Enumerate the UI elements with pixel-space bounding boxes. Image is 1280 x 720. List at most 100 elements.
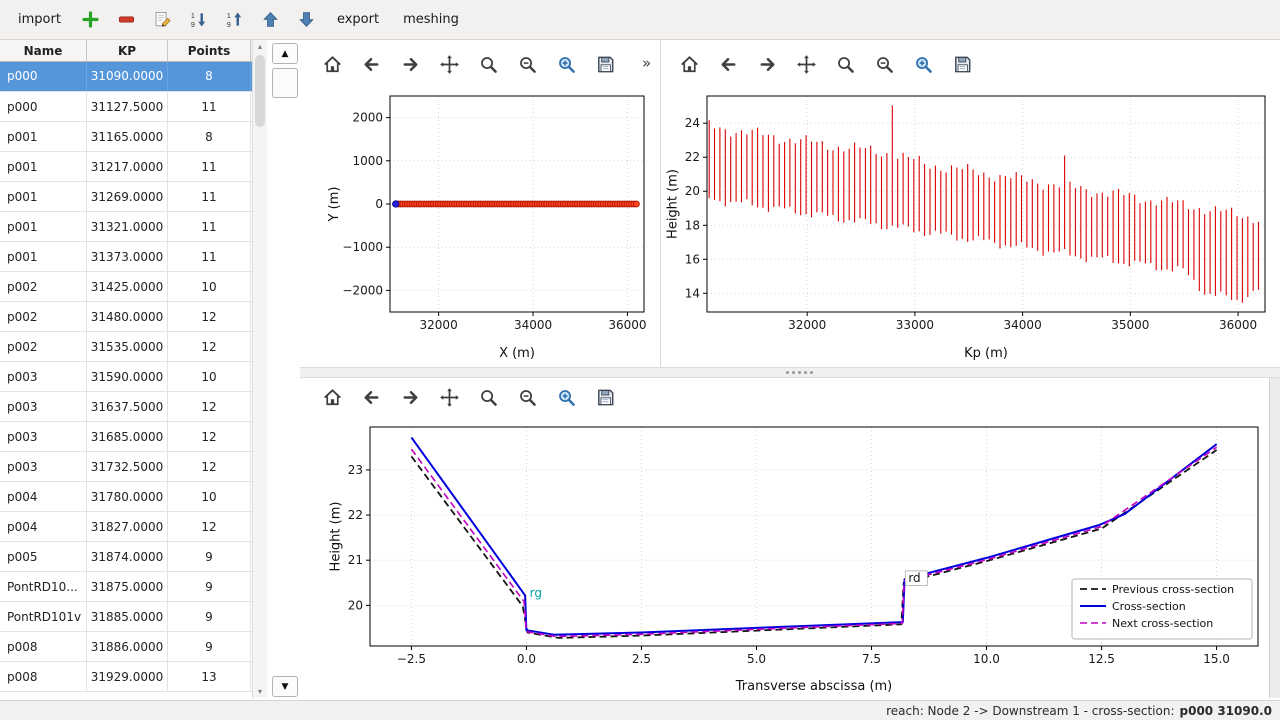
export-button[interactable]: export xyxy=(327,6,389,33)
zoom-button[interactable] xyxy=(830,50,860,78)
zoom-in-button[interactable] xyxy=(908,50,938,78)
table-row[interactable]: p00331685.000012 xyxy=(0,422,252,452)
name-cell: p002 xyxy=(0,332,87,361)
zoom-out-button[interactable] xyxy=(512,50,542,78)
forward-button[interactable] xyxy=(395,50,425,78)
remove-cross-section-button[interactable] xyxy=(111,5,143,35)
table-row[interactable]: p00831886.00009 xyxy=(0,632,252,662)
longitudinal-profile-plot[interactable]: 3200033000340003500036000141618202224Kp … xyxy=(662,82,1280,369)
svg-text:33000: 33000 xyxy=(896,318,934,332)
add-cross-section-button[interactable] xyxy=(75,5,107,35)
table-row[interactable]: p00331732.500012 xyxy=(0,452,252,482)
table-row[interactable]: p00131165.00008 xyxy=(0,122,252,152)
name-cell: p003 xyxy=(0,362,87,391)
back-button[interactable] xyxy=(356,383,386,411)
table-row[interactable]: p00031127.500011 xyxy=(0,92,252,122)
table-scrollbar[interactable]: ▴ ▾ xyxy=(252,40,267,698)
home-button[interactable] xyxy=(674,50,704,78)
name-cell: p001 xyxy=(0,212,87,241)
table-row[interactable]: PontRD101v31885.00009 xyxy=(0,602,252,632)
trace-plot[interactable]: 320003400036000−2000−1000010002000X (m)Y… xyxy=(305,82,659,369)
scroll-down-button[interactable]: ▼ xyxy=(272,676,298,697)
name-cell: p001 xyxy=(0,182,87,211)
sort-ascending-button[interactable]: 1 9 xyxy=(219,5,251,35)
panel-scrollbar[interactable]: ▲ ▼ xyxy=(272,43,298,697)
back-button[interactable] xyxy=(713,50,743,78)
name-cell: p000 xyxy=(0,92,87,121)
column-header-kp[interactable]: KP xyxy=(87,40,168,61)
zoom-in-button[interactable] xyxy=(551,50,581,78)
table-row[interactable]: p00131321.000011 xyxy=(0,212,252,242)
zoom-button[interactable] xyxy=(473,383,503,411)
table-row[interactable]: p00431827.000012 xyxy=(0,512,252,542)
home-button[interactable] xyxy=(317,383,347,411)
table-row[interactable]: p00031090.00008 xyxy=(0,62,252,92)
zoom-out-button[interactable] xyxy=(869,50,899,78)
home-icon xyxy=(321,53,344,76)
import-button[interactable]: import xyxy=(8,6,71,33)
kp-cell: 31874.0000 xyxy=(87,542,168,571)
kp-cell: 31480.0000 xyxy=(87,302,168,331)
cross-section-plot[interactable]: rgrd−2.50.02.55.07.510.012.515.020212223… xyxy=(305,415,1268,702)
table-row[interactable]: p00331590.000010 xyxy=(0,362,252,392)
back-button[interactable] xyxy=(356,50,386,78)
zoom-in-button[interactable] xyxy=(551,383,581,411)
zoom-icon xyxy=(477,386,500,409)
pan-button[interactable] xyxy=(434,383,464,411)
scroll-up-button[interactable]: ▲ xyxy=(272,43,298,64)
zoom-button[interactable] xyxy=(473,50,503,78)
table-row[interactable]: p00231425.000010 xyxy=(0,272,252,302)
column-header-name[interactable]: Name xyxy=(0,40,87,61)
move-down-button[interactable] xyxy=(291,5,323,35)
pan-icon xyxy=(438,53,461,76)
pan-button[interactable] xyxy=(434,50,464,78)
table-row[interactable]: p00131373.000011 xyxy=(0,242,252,272)
legend: Previous cross-sectionCross-sectionNext … xyxy=(1072,579,1252,639)
scroll-up-icon[interactable]: ▴ xyxy=(253,40,267,53)
toolbar-overflow-chevron[interactable]: » xyxy=(642,54,651,72)
panel-scrollbar-thumb[interactable] xyxy=(272,68,298,98)
splitter-handle[interactable] xyxy=(786,371,813,374)
column-header-points[interactable]: Points xyxy=(168,40,251,61)
pan-icon xyxy=(795,53,818,76)
move-up-button[interactable] xyxy=(255,5,287,35)
forward-button[interactable] xyxy=(752,50,782,78)
home-icon xyxy=(678,53,701,76)
sort-descending-button[interactable]: 1 9 xyxy=(183,5,215,35)
table-body: p00031090.00008p00031127.500011p00131165… xyxy=(0,62,252,692)
table-row[interactable]: p00531874.00009 xyxy=(0,542,252,572)
zoom-in-icon xyxy=(555,53,578,76)
save-button[interactable] xyxy=(590,383,620,411)
forward-button[interactable] xyxy=(395,383,425,411)
table-row[interactable]: p00231535.000012 xyxy=(0,332,252,362)
table-scrollbar-thumb[interactable] xyxy=(255,55,265,127)
zoom-out-button[interactable] xyxy=(512,383,542,411)
svg-text:9: 9 xyxy=(191,21,195,29)
points-cell: 12 xyxy=(168,422,251,451)
scroll-down-icon[interactable]: ▾ xyxy=(253,685,267,698)
profile-plot-toolbar xyxy=(662,49,1280,79)
svg-text:X (m): X (m) xyxy=(499,346,535,361)
pan-button[interactable] xyxy=(791,50,821,78)
table-row[interactable]: PontRD10...31875.00009 xyxy=(0,572,252,602)
home-button[interactable] xyxy=(317,50,347,78)
save-button[interactable] xyxy=(590,50,620,78)
table-row[interactable]: p00831929.000013 xyxy=(0,662,252,692)
horizontal-splitter[interactable] xyxy=(300,367,1280,378)
table-row[interactable]: p00231480.000012 xyxy=(0,302,252,332)
vertical-scrollbar[interactable] xyxy=(1269,378,1280,698)
table-row[interactable]: p00431780.000010 xyxy=(0,482,252,512)
panel-divider xyxy=(660,40,661,367)
edit-cross-section-button[interactable] xyxy=(147,5,179,35)
save-button[interactable] xyxy=(947,50,977,78)
svg-text:Y (m): Y (m) xyxy=(327,187,342,223)
kp-cell: 31685.0000 xyxy=(87,422,168,451)
points-cell: 12 xyxy=(168,302,251,331)
svg-text:16: 16 xyxy=(685,252,700,266)
name-cell: p002 xyxy=(0,302,87,331)
table-row[interactable]: p00331637.500012 xyxy=(0,392,252,422)
meshing-button[interactable]: meshing xyxy=(393,6,469,33)
table-row[interactable]: p00131217.000011 xyxy=(0,152,252,182)
zoom-in-icon xyxy=(555,386,578,409)
table-row[interactable]: p00131269.000011 xyxy=(0,182,252,212)
